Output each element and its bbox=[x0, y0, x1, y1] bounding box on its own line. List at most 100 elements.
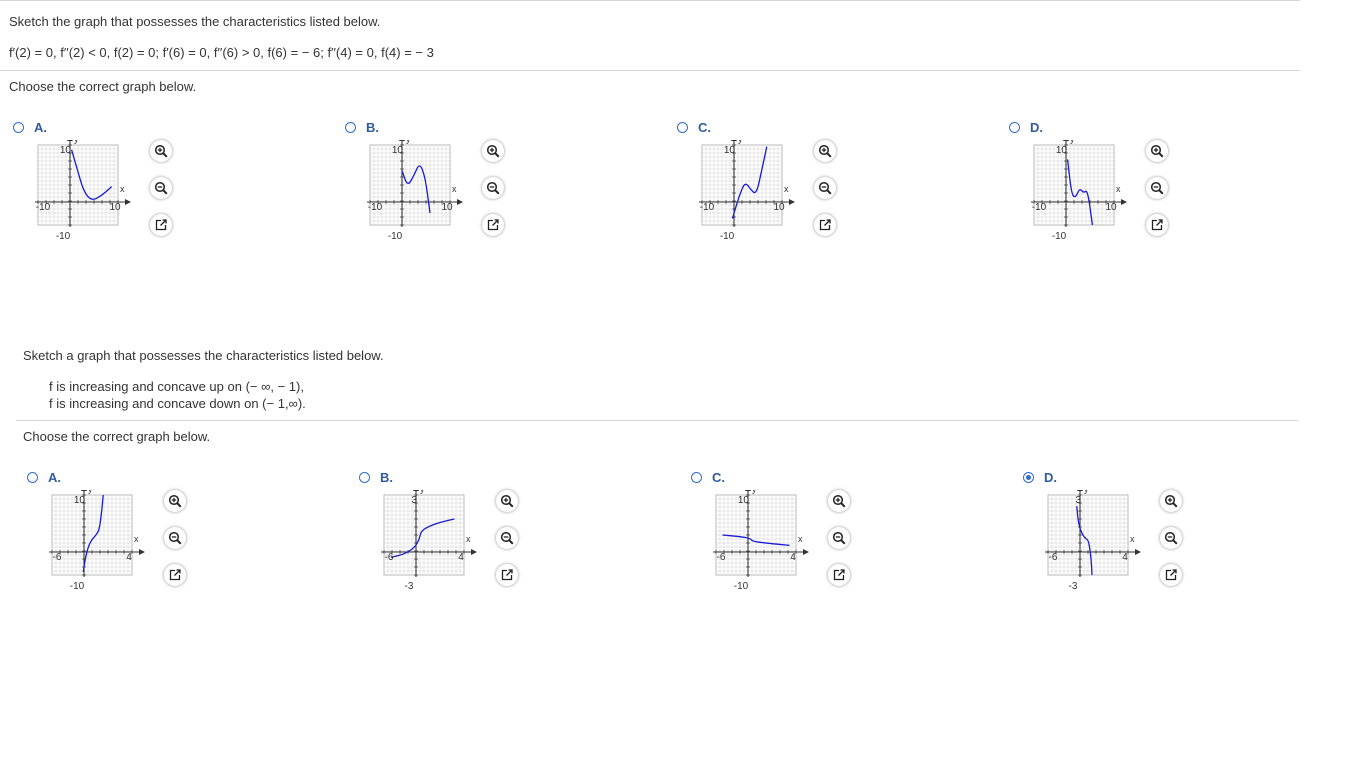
q2-option-c-radio[interactable] bbox=[691, 472, 702, 483]
graph-svg: xy10-1010-10 bbox=[367, 134, 463, 242]
axis-label-y: y bbox=[406, 140, 411, 144]
zoom-out-icon[interactable] bbox=[1160, 527, 1182, 549]
q2-option-b[interactable]: B. x y3 -6 4 -3 bbox=[359, 470, 679, 612]
zoom-out-icon[interactable] bbox=[828, 527, 850, 549]
axis-label-x: x bbox=[134, 534, 139, 544]
tick-label: 10 bbox=[773, 202, 785, 213]
zoom-in-icon[interactable] bbox=[814, 140, 836, 162]
tick-label: 10 bbox=[392, 145, 404, 156]
axis-label-y: y bbox=[420, 490, 425, 494]
graph-svg: x y3 -6 4 -3 bbox=[381, 484, 477, 592]
tick-label: 10 bbox=[1105, 202, 1117, 213]
axis-label-y: y bbox=[1070, 140, 1075, 144]
tick-label: 10 bbox=[738, 495, 750, 506]
tick-label: -10 bbox=[720, 231, 735, 242]
open-external-icon[interactable] bbox=[164, 564, 186, 586]
tick-label: 3 bbox=[411, 495, 417, 506]
axis-label-x: x bbox=[798, 534, 803, 544]
q2-option-b-graph: x y3 -6 4 -3 bbox=[379, 484, 499, 600]
graph-svg: xy10-1010-10 bbox=[35, 134, 131, 242]
axis-label-y: y bbox=[1084, 490, 1089, 494]
zoom-out-icon[interactable] bbox=[496, 527, 518, 549]
tick-label: 4 bbox=[126, 552, 132, 563]
q1-option-b[interactable]: B. xy10-1010-10 bbox=[345, 120, 665, 262]
q2-divider bbox=[16, 420, 1298, 421]
zoom-out-icon[interactable] bbox=[1146, 177, 1168, 199]
q2-option-a-letter: A. bbox=[48, 470, 61, 485]
q2-option-b-radio[interactable] bbox=[359, 472, 370, 483]
q1-option-b-radio[interactable] bbox=[345, 122, 356, 133]
zoom-out-icon[interactable] bbox=[482, 177, 504, 199]
tick-label: -10 bbox=[700, 202, 715, 213]
q1-conditions: f′(2) = 0, f′′(2) < 0, f(2) = 0; f′(6) =… bbox=[9, 45, 434, 60]
zoom-in-icon[interactable] bbox=[482, 140, 504, 162]
tick-label: -6 bbox=[717, 552, 726, 563]
open-external-icon[interactable] bbox=[482, 214, 504, 236]
zoom-out-icon[interactable] bbox=[164, 527, 186, 549]
zoom-in-icon[interactable] bbox=[1146, 140, 1168, 162]
tick-label: -10 bbox=[1052, 231, 1067, 242]
q1-option-d[interactable]: D. xy10-1010-10 bbox=[1009, 120, 1329, 262]
tick-label: 10 bbox=[1056, 145, 1068, 156]
graph-svg: x y10 -6 4 -10 bbox=[713, 484, 809, 592]
axis-label-y: y bbox=[88, 490, 93, 494]
axis-label-x: x bbox=[784, 184, 789, 194]
q1-option-c[interactable]: C. xy10-1010-10 bbox=[677, 120, 997, 262]
q1-option-c-letter: C. bbox=[698, 120, 711, 135]
open-external-icon[interactable] bbox=[828, 564, 850, 586]
tick-label: -10 bbox=[1032, 202, 1047, 213]
zoom-in-icon[interactable] bbox=[150, 140, 172, 162]
axis-label-y: y bbox=[752, 490, 757, 494]
q2-option-c-graph: x y10 -6 4 -10 bbox=[711, 484, 831, 600]
q2-option-a-graph: x y10 -6 4 -10 bbox=[47, 484, 167, 600]
zoom-in-icon[interactable] bbox=[496, 490, 518, 512]
tick-label: 3 bbox=[1075, 495, 1081, 506]
tick-label: -3 bbox=[405, 581, 414, 592]
q2-choose-text: Choose the correct graph below. bbox=[23, 429, 211, 444]
open-external-icon[interactable] bbox=[150, 214, 172, 236]
q2-option-c-letter: C. bbox=[712, 470, 725, 485]
tick-label: 10 bbox=[724, 145, 736, 156]
tick-label: -10 bbox=[388, 231, 403, 242]
q2-option-a-radio[interactable] bbox=[27, 472, 38, 483]
q1-option-c-radio[interactable] bbox=[677, 122, 688, 133]
open-external-icon[interactable] bbox=[1146, 214, 1168, 236]
zoom-in-icon[interactable] bbox=[828, 490, 850, 512]
q2-condition-1: f is increasing and concave up on (− ∞, … bbox=[49, 379, 304, 394]
tick-label: -10 bbox=[36, 202, 51, 213]
axis-label-x: x bbox=[1116, 184, 1121, 194]
tick-label: -10 bbox=[70, 581, 85, 592]
tick-label: -6 bbox=[1049, 552, 1058, 563]
axis-label-y: y bbox=[738, 140, 743, 144]
q1-divider bbox=[0, 70, 1300, 71]
graph-svg: xy10-1010-10 bbox=[1031, 134, 1127, 242]
tick-label: -6 bbox=[53, 552, 62, 563]
q1-option-c-graph: xy10-1010-10 bbox=[697, 134, 817, 250]
open-external-icon[interactable] bbox=[1160, 564, 1182, 586]
tick-label: 4 bbox=[790, 552, 796, 563]
q1-option-a[interactable]: A. xy10-1010-10 bbox=[13, 120, 333, 262]
tick-label: -6 bbox=[385, 552, 394, 563]
q2-option-d-radio[interactable] bbox=[1023, 472, 1034, 483]
zoom-in-icon[interactable] bbox=[1160, 490, 1182, 512]
q1-option-d-radio[interactable] bbox=[1009, 122, 1020, 133]
open-external-icon[interactable] bbox=[496, 564, 518, 586]
q2-option-c[interactable]: C. x y10 -6 4 -10 bbox=[691, 470, 1011, 612]
zoom-out-icon[interactable] bbox=[150, 177, 172, 199]
tick-label: 10 bbox=[109, 202, 121, 213]
q2-option-d[interactable]: D. x y3 -6 4 -3 bbox=[1023, 470, 1343, 612]
zoom-in-icon[interactable] bbox=[164, 490, 186, 512]
q2-option-a[interactable]: A. x y10 -6 4 -10 bbox=[27, 470, 347, 612]
question-1: Sketch the graph that possesses the char… bbox=[0, 0, 1366, 300]
q2-option-b-letter: B. bbox=[380, 470, 393, 485]
q1-option-a-radio[interactable] bbox=[13, 122, 24, 133]
q2-condition-2: f is increasing and concave down on (− 1… bbox=[49, 396, 306, 411]
tick-label: 10 bbox=[60, 145, 72, 156]
tick-label: 10 bbox=[441, 202, 453, 213]
zoom-out-icon[interactable] bbox=[814, 177, 836, 199]
tick-label: 4 bbox=[1122, 552, 1128, 563]
graph-svg: xy10-1010-10 bbox=[699, 134, 795, 242]
open-external-icon[interactable] bbox=[814, 214, 836, 236]
q1-prompt: Sketch the graph that possesses the char… bbox=[9, 14, 381, 29]
axis-label-x: x bbox=[120, 184, 125, 194]
